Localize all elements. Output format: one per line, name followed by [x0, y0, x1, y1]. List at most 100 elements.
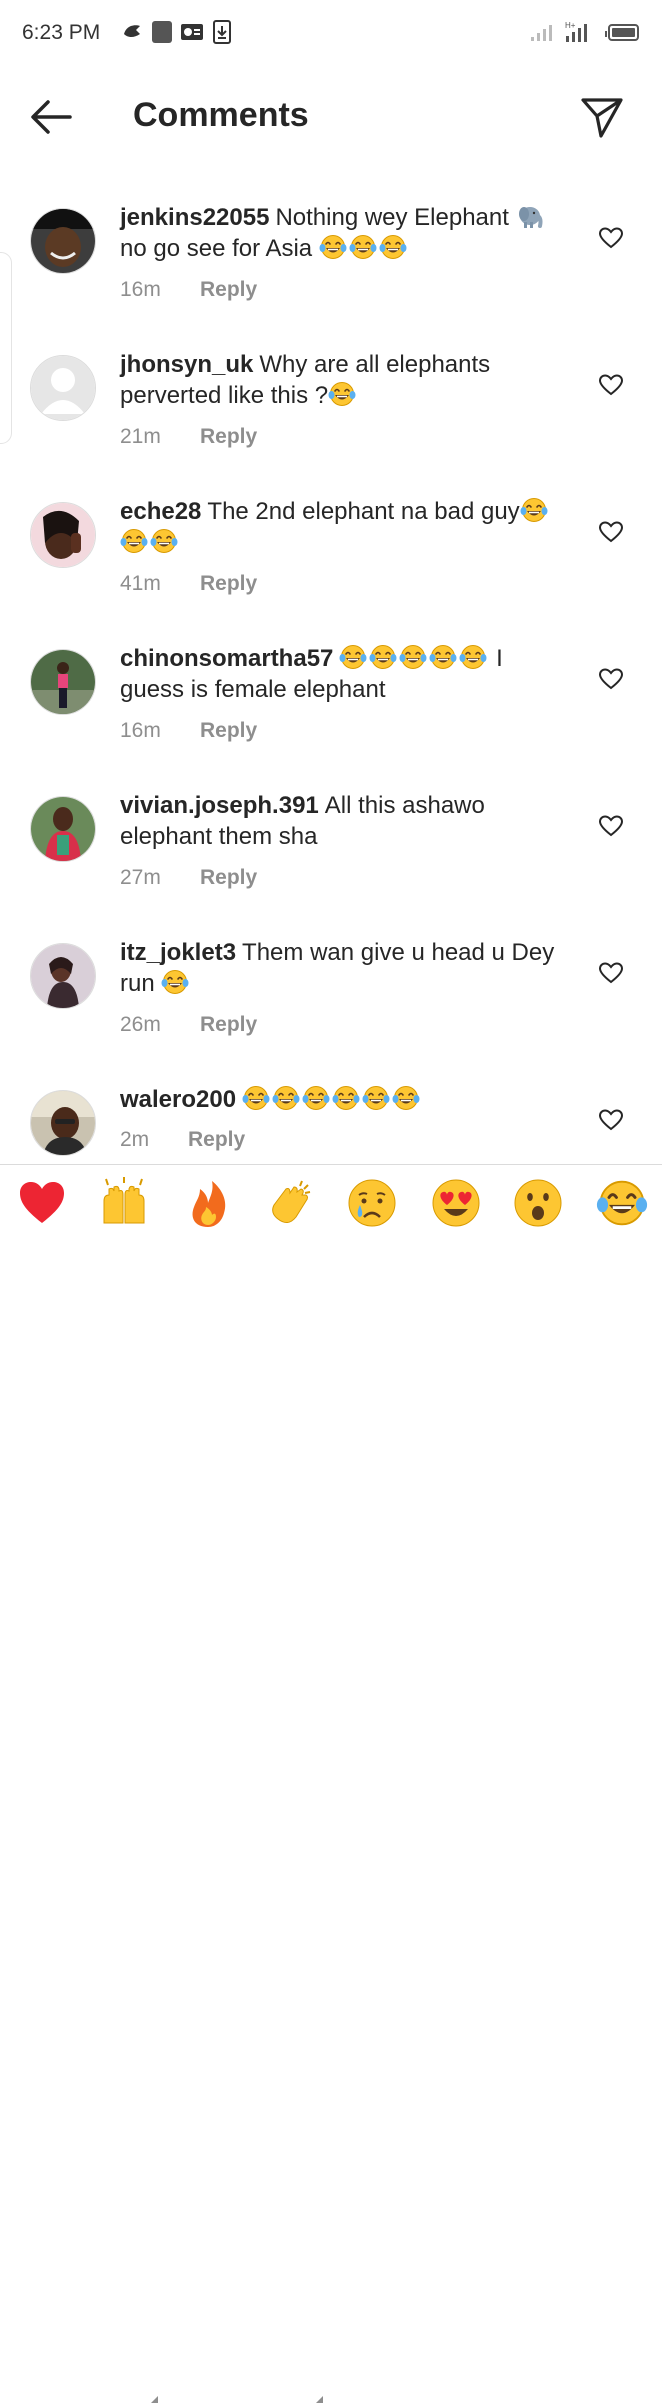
- notification-icons: [120, 20, 234, 44]
- comment-item: jhonsyn_uk Why are all elephants perverte…: [0, 337, 662, 484]
- comment-item: jenkins22055 Nothing wey Elephant no go s…: [0, 190, 662, 337]
- laughing-emoji-icon: [332, 1085, 360, 1111]
- avatar[interactable]: [30, 796, 96, 862]
- comment-text: vivian.joseph.391 All this ashawo elephan…: [120, 790, 572, 852]
- comment-meta: 41m Reply: [120, 572, 257, 596]
- username[interactable]: itz_joklet3: [120, 939, 236, 966]
- reply-button[interactable]: Reply: [188, 1128, 245, 1152]
- username[interactable]: jhonsyn_uk: [120, 351, 253, 378]
- radio-notification-icon: [181, 24, 203, 40]
- avatar[interactable]: [30, 943, 96, 1009]
- tears-of-joy-icon: [596, 1177, 648, 1229]
- laughing-emoji-icon: [392, 1085, 420, 1111]
- avatar[interactable]: [30, 502, 96, 568]
- laughing-emoji-icon: [150, 528, 178, 554]
- heart-icon[interactable]: [598, 1108, 624, 1132]
- comment-meta: 21m Reply: [120, 425, 257, 449]
- laughing-emoji-icon: [399, 644, 427, 670]
- clapping-hands-emoji-button[interactable]: [264, 1177, 316, 1229]
- heart-icon[interactable]: [598, 373, 624, 397]
- comment-text: walero200: [120, 1084, 572, 1115]
- heart-icon[interactable]: [598, 226, 624, 250]
- heart-icon[interactable]: [598, 814, 624, 838]
- elephant-emoji-icon: [516, 203, 544, 229]
- laughing-emoji-icon: [459, 644, 487, 670]
- reply-button[interactable]: Reply: [200, 572, 257, 596]
- raising-hands-icon: [103, 1177, 145, 1224]
- battery-icon: [605, 24, 639, 41]
- heart-icon[interactable]: [598, 667, 624, 691]
- avatar[interactable]: [30, 649, 96, 715]
- laughing-emoji-icon: [302, 1085, 330, 1111]
- signal-icon: [531, 25, 552, 41]
- clapping-hands-icon: [272, 1180, 311, 1223]
- comment-time: 26m: [120, 1013, 161, 1036]
- comment-time: 16m: [120, 719, 161, 742]
- comment-message-cont: no go see for Asia: [120, 235, 313, 262]
- comment-text: itz_joklet3 Them wan give u head u Dey ru…: [120, 937, 572, 999]
- comment-meta: 16m Reply: [120, 719, 257, 743]
- comment-time: 27m: [120, 866, 161, 889]
- arrow-left-icon[interactable]: [26, 94, 76, 140]
- username[interactable]: vivian.joseph.391: [120, 792, 319, 819]
- header: Comments: [0, 66, 662, 166]
- username[interactable]: eche28: [120, 498, 201, 525]
- download-notification-icon: [213, 20, 231, 44]
- signal-ht-icon: H+: [565, 21, 587, 42]
- comment-time: 2m: [120, 1128, 150, 1151]
- emoji-quick-bar: [0, 1164, 662, 2403]
- app-notification-icon: [124, 25, 140, 37]
- laughing-emoji-icon: [362, 1085, 390, 1111]
- heart-eyes-emoji-button[interactable]: [430, 1177, 482, 1229]
- reply-button[interactable]: Reply: [200, 278, 257, 302]
- username[interactable]: walero200: [120, 1086, 236, 1113]
- laughing-emoji-icon: [319, 234, 347, 260]
- comment-text: chinonsomartha57 I guess is female eleph…: [120, 643, 572, 705]
- laughing-emoji-icon: [349, 234, 377, 260]
- comment-meta: 16m Reply: [120, 278, 257, 302]
- surprised-face-emoji-button[interactable]: [512, 1177, 564, 1229]
- reply-button[interactable]: Reply: [200, 425, 257, 449]
- comment-time: 41m: [120, 572, 161, 595]
- comment-text: eche28 The 2nd elephant na bad guy: [120, 496, 572, 558]
- comment-meta: 27m Reply: [120, 866, 257, 890]
- comment-item: vivian.joseph.391 All this ashawo elephan…: [0, 778, 662, 925]
- comment-meta: 26m Reply: [120, 1013, 257, 1037]
- page-title: Comments: [133, 96, 309, 134]
- laughing-emoji-icon: [429, 644, 457, 670]
- surprised-face-icon: [514, 1179, 562, 1227]
- comment-text: jhonsyn_uk Why are all elephants perverte…: [120, 349, 572, 411]
- red-heart-icon: [20, 1182, 64, 1223]
- avatar[interactable]: [30, 355, 96, 421]
- paper-plane-icon[interactable]: [580, 96, 624, 140]
- raising-hands-emoji-button[interactable]: [98, 1177, 150, 1229]
- reply-button[interactable]: Reply: [200, 719, 257, 743]
- laughing-emoji-icon: [339, 644, 367, 670]
- laughing-emoji-icon: [242, 1085, 270, 1111]
- reply-button[interactable]: Reply: [200, 866, 257, 890]
- crying-face-emoji-button[interactable]: [346, 1177, 398, 1229]
- laughing-emoji-button[interactable]: [596, 1177, 648, 1229]
- fire-emoji-button[interactable]: [182, 1177, 234, 1229]
- heart-eyes-icon: [432, 1179, 480, 1227]
- heart-icon[interactable]: [598, 520, 624, 544]
- avatar[interactable]: [30, 208, 96, 274]
- comment-meta: 2m Reply: [120, 1128, 245, 1152]
- username[interactable]: chinonsomartha57: [120, 645, 333, 672]
- variant-indicator: [151, 2396, 158, 2403]
- comment-text: jenkins22055 Nothing wey Elephant no go s…: [120, 202, 572, 264]
- username[interactable]: jenkins22055: [120, 204, 269, 231]
- comment-time: 21m: [120, 425, 161, 448]
- variant-indicator: [316, 2396, 323, 2403]
- laughing-emoji-icon: [379, 234, 407, 260]
- comment-item: eche28 The 2nd elephant na bad guy 41m Re…: [0, 484, 662, 631]
- laughing-emoji-icon: [520, 497, 548, 523]
- avatar[interactable]: [30, 1090, 96, 1156]
- status-bar: 6:23 PM H+: [0, 0, 662, 66]
- heart-icon[interactable]: [598, 961, 624, 985]
- comment-message: The 2nd elephant na bad guy: [207, 498, 520, 525]
- comment-item: chinonsomartha57 I guess is female eleph…: [0, 631, 662, 778]
- svg-text:H+: H+: [565, 21, 576, 30]
- heart-emoji-button[interactable]: [16, 1177, 68, 1229]
- reply-button[interactable]: Reply: [200, 1013, 257, 1037]
